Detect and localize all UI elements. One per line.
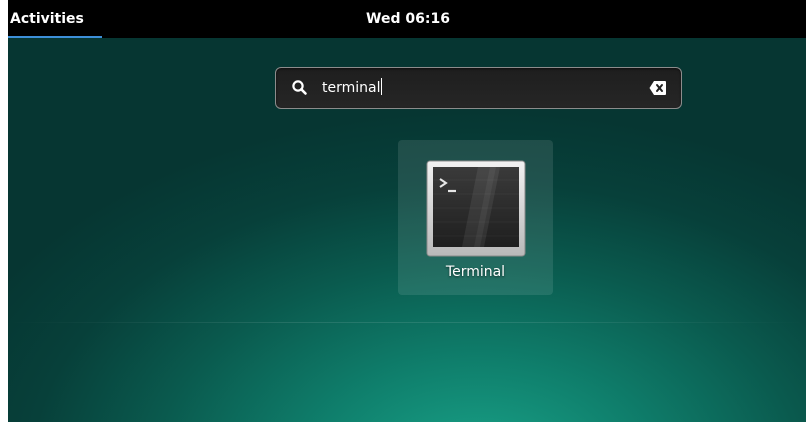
app-label: Terminal: [445, 264, 506, 280]
clock[interactable]: Wed 06:16: [328, 0, 488, 38]
text-caret: [381, 78, 383, 95]
desktop-overview: Activities Wed 06:16 terminal Terminal: [8, 0, 806, 422]
search-box[interactable]: terminal: [275, 67, 682, 109]
search-input[interactable]: terminal: [322, 68, 383, 108]
section-divider: [8, 322, 806, 323]
app-result-terminal[interactable]: Terminal: [398, 140, 553, 295]
clear-text-icon[interactable]: [649, 80, 667, 96]
activities-active-indicator: [8, 36, 102, 38]
search-icon: [292, 80, 307, 95]
activities-button[interactable]: Activities: [8, 0, 102, 38]
search-value: terminal: [322, 80, 381, 96]
activities-label: Activities: [10, 11, 84, 27]
terminal-icon: [426, 160, 526, 257]
top-bar: Activities Wed 06:16: [8, 0, 806, 38]
